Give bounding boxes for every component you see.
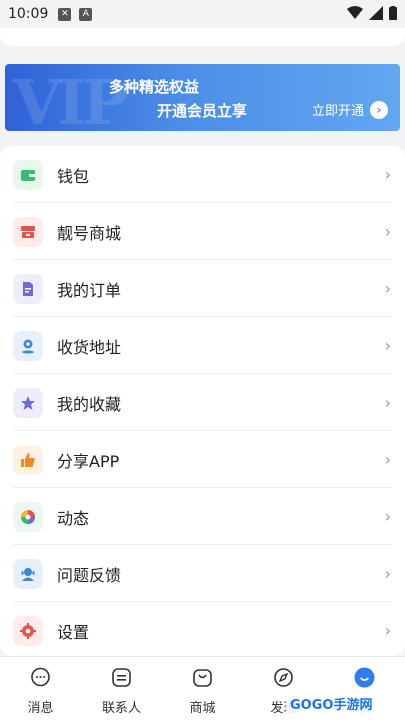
- open-vip-label: 立即开通: [311, 104, 364, 119]
- menu-item-share[interactable]: 分享APP ›: [0, 431, 405, 488]
- chevron-right-icon: ›: [384, 564, 391, 583]
- status-bar: 10:09 ✕ A: [0, 0, 405, 28]
- chevron-right-icon: ›: [384, 621, 391, 640]
- location-icon: [13, 330, 43, 361]
- menu-label: 设置: [57, 622, 90, 642]
- tab-messages[interactable]: 消息: [0, 657, 81, 720]
- support-icon: [13, 558, 43, 589]
- menu-item-settings[interactable]: 设置 ›: [0, 602, 405, 659]
- battery-icon: [389, 6, 397, 20]
- chevron-right-icon: ›: [384, 450, 391, 469]
- compass-icon: [274, 668, 293, 687]
- site-watermark: GOGO手游网: [286, 690, 402, 716]
- menu-label: 问题反馈: [57, 565, 122, 585]
- profile-icon: [354, 667, 375, 688]
- menu-item-orders[interactable]: 我的订单 ›: [0, 260, 405, 317]
- menu-label: 分享APP: [57, 451, 120, 471]
- status-time: 10:09: [8, 6, 49, 22]
- menu-item-address[interactable]: 收货地址 ›: [0, 317, 405, 374]
- profile-card-bottom: [0, 28, 405, 46]
- arrow-right-icon: ›: [370, 100, 388, 119]
- menu-item-feedback[interactable]: 问题反馈 ›: [0, 545, 405, 602]
- chevron-right-icon: ›: [384, 165, 391, 184]
- chevron-right-icon: ›: [384, 507, 391, 526]
- chevron-right-icon: ›: [384, 336, 391, 355]
- menu-label: 我的订单: [57, 280, 122, 300]
- menu-label: 收货地址: [57, 337, 122, 357]
- menu-label: 钱包: [57, 166, 90, 186]
- signal-icon: [369, 6, 383, 20]
- menu-item-store[interactable]: 靓号商城 ›: [0, 203, 405, 260]
- banner-title: 多种精选权益: [109, 78, 200, 96]
- vip-watermark: VIP: [13, 66, 129, 131]
- menu-item-wallet[interactable]: 钱包 ›: [0, 146, 405, 203]
- wallet-icon: [13, 159, 43, 190]
- tab-label: 联系人: [101, 701, 141, 716]
- menu-label: 动态: [57, 508, 90, 528]
- tab-label: 商城: [189, 701, 216, 716]
- store-icon: [13, 216, 43, 247]
- open-vip-button[interactable]: 立即开通 ›: [312, 100, 388, 119]
- menu-item-moments[interactable]: 动态 ›: [0, 488, 405, 545]
- tab-label: 消息: [27, 701, 54, 716]
- wifi-icon: [347, 6, 363, 19]
- banner-subtitle: 开通会员立享: [157, 102, 248, 120]
- order-icon: [13, 273, 43, 304]
- chevron-right-icon: ›: [384, 222, 391, 241]
- chevron-right-icon: ›: [384, 393, 391, 412]
- tab-contacts[interactable]: 联系人: [81, 657, 162, 720]
- star-icon: [13, 387, 43, 418]
- menu-label: 靓号商城: [57, 223, 122, 243]
- menu-list: 钱包 › 靓号商城 › 我的订单 › 收货地址 › 我的收藏 › 分享APP ›…: [0, 146, 405, 656]
- aperture-icon: [13, 501, 43, 532]
- menu-label: 我的收藏: [57, 394, 122, 414]
- contacts-icon: [112, 668, 131, 687]
- vip-banner[interactable]: VIP 多种精选权益 开通会员立享 立即开通 ›: [5, 64, 400, 131]
- thumbs-up-icon: [13, 444, 43, 475]
- app-notification-icon: A: [79, 7, 93, 21]
- gear-icon: [13, 615, 43, 646]
- message-icon: [31, 667, 50, 687]
- menu-item-favorites[interactable]: 我的收藏 ›: [0, 374, 405, 431]
- chevron-right-icon: ›: [384, 279, 391, 298]
- tab-mall[interactable]: 商城: [162, 657, 243, 720]
- bag-icon: [193, 669, 212, 687]
- shield-notification-icon: ✕: [58, 7, 72, 21]
